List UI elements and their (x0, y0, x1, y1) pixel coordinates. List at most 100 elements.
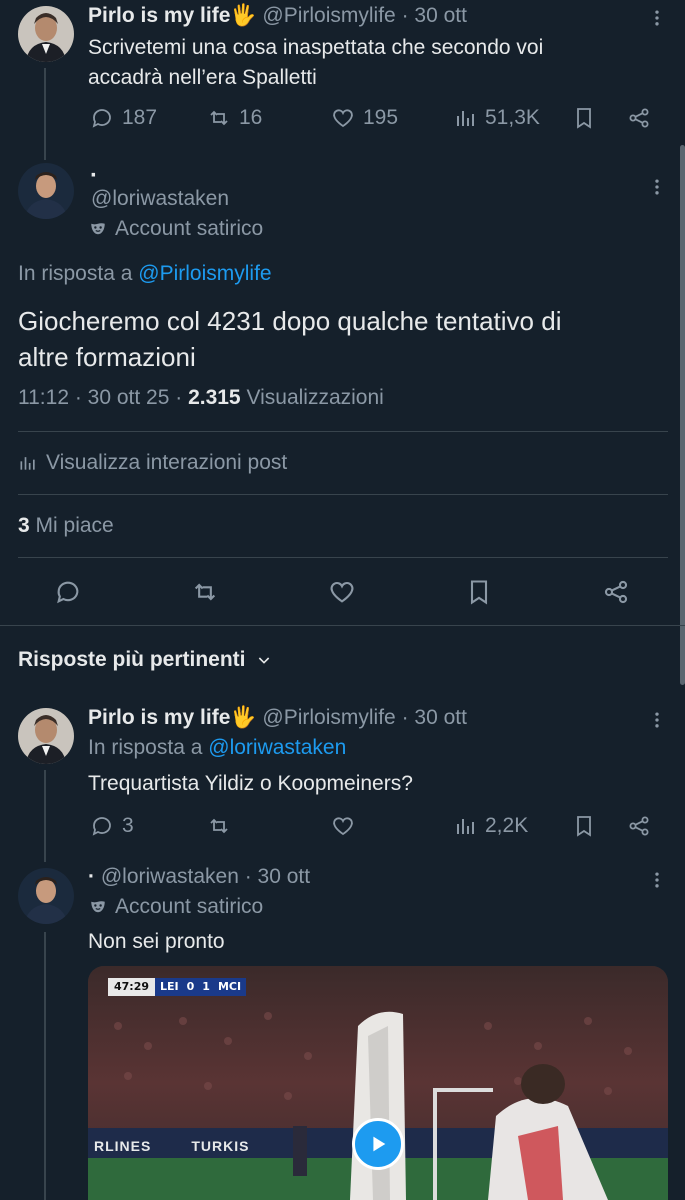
replies-sort-dropdown[interactable]: Risposte più pertinenti (18, 648, 272, 672)
video-player[interactable]: 47:29 LEI 0 1 MCI RLINES TURKIS (88, 966, 668, 1200)
reply-prefix: In risposta a (88, 736, 203, 759)
match-clock: 47:29 (108, 978, 156, 996)
retweet-icon (210, 110, 228, 126)
retweet-button[interactable] (191, 578, 219, 606)
reply-to-link[interactable]: @loriwastaken (208, 736, 346, 759)
avatar[interactable] (18, 868, 74, 924)
retweet-icon (210, 818, 228, 834)
divider (18, 557, 668, 558)
retweet-icon (194, 583, 216, 601)
tweet-meta: 11:12 · 30 ott 25 · 2.315 Visualizzazion… (18, 386, 384, 410)
views-count: 51,3K (485, 106, 540, 129)
timestamp[interactable]: · 30 ott (402, 706, 467, 729)
views-icon (457, 111, 474, 126)
display-name[interactable]: Pirlo is my life (88, 706, 230, 729)
more-options-icon[interactable] (645, 868, 669, 892)
views-icon (457, 819, 474, 834)
reply-to-link[interactable]: @Pirloismylife (138, 262, 271, 285)
retweet-button[interactable]: 16 (207, 106, 262, 130)
tweet-text: Trequartista Yildiz o Koopmeiners? (88, 772, 413, 795)
reply-context: In risposta a @Pirloismylife (18, 262, 272, 286)
bookmark-button[interactable] (572, 106, 596, 130)
tweet-text: Scrivetemi una cosa inaspettata che seco… (88, 33, 543, 93)
scoreboard: 47:29 LEI 0 1 MCI (108, 978, 247, 996)
tweet1-header: Pirlo is my life🖐 @Pirloismylife · 30 ot… (88, 4, 467, 28)
divider (18, 431, 668, 432)
reply-button[interactable]: 187 (90, 106, 157, 130)
reply-count: 3 (122, 814, 134, 837)
thread-line (44, 932, 46, 1200)
divider (0, 625, 685, 626)
interactions-label: Visualizza interazioni post (46, 451, 288, 474)
reply-icon (92, 109, 111, 128)
reply-button[interactable] (54, 578, 82, 606)
mask-icon (91, 901, 105, 913)
avatar[interactable] (18, 708, 74, 764)
bookmark-icon (577, 816, 591, 837)
display-name[interactable]: · (90, 162, 98, 190)
chevron-down-icon (258, 657, 269, 664)
heart-icon (333, 817, 353, 836)
views-button[interactable]: 2,2K (453, 814, 528, 838)
reply2-header: · @loriwastaken · 30 ott (88, 865, 310, 889)
scrollbar[interactable] (680, 145, 685, 685)
views-count: 2,2K (485, 814, 529, 837)
heart-icon (330, 581, 354, 603)
play-icon (373, 1136, 386, 1152)
badge-label: Account satirico (115, 217, 264, 240)
avatar[interactable] (18, 163, 74, 219)
handle[interactable]: @Pirloismylife (262, 4, 395, 27)
satire-badge: Account satirico (89, 217, 263, 241)
views-icon (20, 457, 35, 470)
meta-time[interactable]: 11:12 · 30 ott 25 · (18, 386, 182, 409)
view-interactions-link[interactable]: Visualizza interazioni post (18, 451, 287, 475)
more-options-icon[interactable] (645, 175, 669, 199)
timestamp[interactable]: · 30 ott (402, 4, 467, 27)
likes-label: Mi piace (35, 514, 114, 537)
divider (18, 494, 668, 495)
reply-button[interactable]: 3 (90, 814, 134, 838)
views-label: Visualizzazioni (246, 386, 384, 409)
away-team: MCI (217, 980, 242, 993)
tweet-text-line: altre formazioni (18, 342, 196, 372)
bookmark-button[interactable] (572, 814, 596, 838)
reply-count: 187 (122, 106, 158, 129)
timestamp[interactable]: · 30 ott (245, 865, 310, 888)
more-options-icon[interactable] (645, 708, 669, 732)
share-button[interactable] (602, 578, 630, 606)
like-button[interactable] (328, 578, 356, 606)
thread-line (44, 68, 46, 160)
tweet-text-line: Giocheremo col 4231 dopo qualche tentati… (18, 306, 562, 336)
home-score: 0 (186, 980, 195, 993)
like-count: 195 (363, 106, 399, 129)
handle[interactable]: @loriwastaken (101, 865, 239, 888)
share-button[interactable] (627, 106, 651, 130)
tweet-text: Non sei pronto (88, 930, 225, 953)
like-button[interactable]: 195 (331, 106, 398, 130)
badge-label: Account satirico (115, 895, 264, 918)
share-button[interactable] (627, 814, 651, 838)
play-button[interactable] (352, 1118, 404, 1170)
retweet-button[interactable] (207, 814, 231, 838)
banner-text: TURKIS (191, 1138, 250, 1154)
display-name[interactable]: · (88, 865, 95, 888)
reply-prefix: In risposta a (18, 262, 133, 285)
bookmark-button[interactable] (465, 578, 493, 606)
reply-icon (92, 817, 111, 836)
more-options-icon[interactable] (645, 6, 669, 30)
away-score: 1 (202, 980, 210, 993)
avatar[interactable] (18, 6, 74, 62)
share-icon (604, 580, 628, 604)
mask-icon (91, 223, 105, 235)
tweet-text-line: Scrivetemi una cosa inaspettata che seco… (88, 36, 544, 59)
views-button[interactable]: 51,3K (453, 106, 540, 130)
likes-summary[interactable]: 3 Mi piace (18, 514, 114, 538)
share-icon (629, 108, 649, 128)
main-tweet-text: Giocheremo col 4231 dopo qualche tentati… (18, 303, 561, 375)
hand-emoji: 🖐 (230, 4, 257, 27)
like-button[interactable] (331, 814, 355, 838)
bookmark-icon (470, 580, 488, 605)
handle[interactable]: @Pirloismylife (262, 706, 395, 729)
handle[interactable]: @loriwastaken (91, 187, 229, 211)
display-name[interactable]: Pirlo is my life (88, 4, 230, 27)
